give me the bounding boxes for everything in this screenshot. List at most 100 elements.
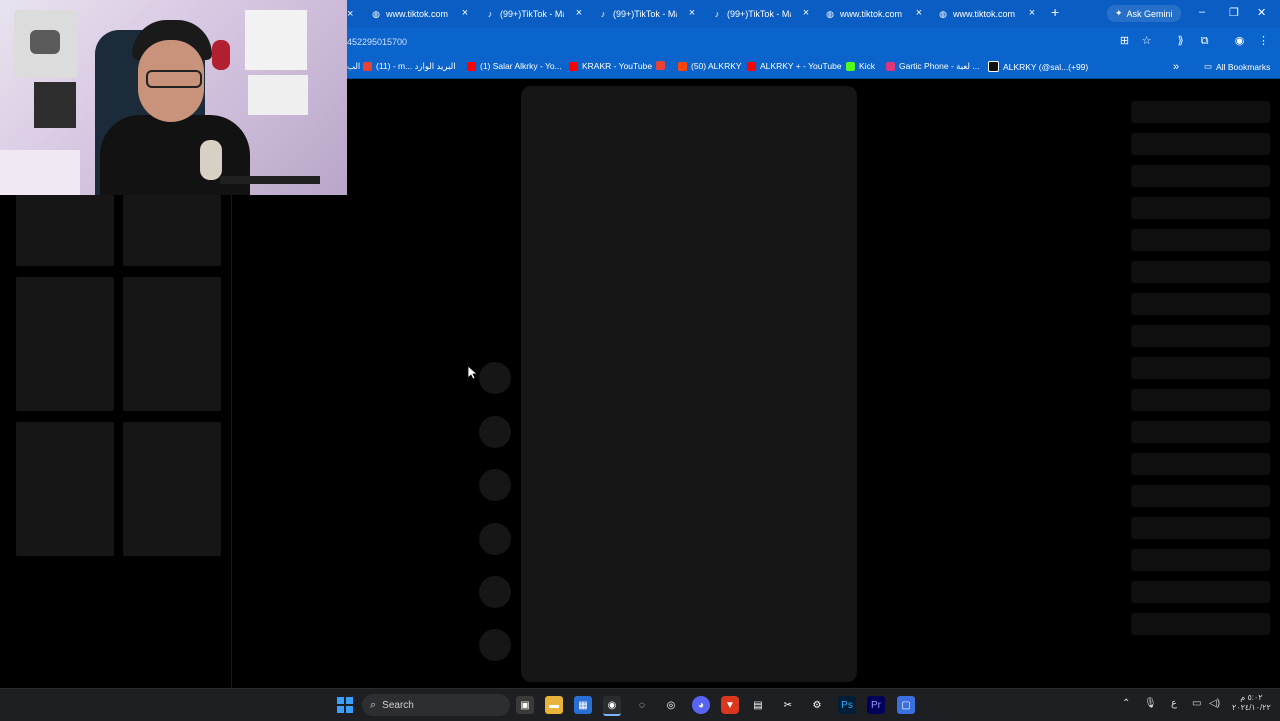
tab-partial[interactable]: × — [347, 4, 357, 24]
bookmark-item[interactable]: (1) Salar Alkrky - Yo... — [467, 61, 562, 71]
photoshop-icon[interactable]: Ps — [838, 696, 856, 714]
tab-1[interactable]: ◍ www.tiktok.com × — [371, 4, 471, 24]
tab-close-button[interactable]: × — [459, 7, 471, 19]
youtube-icon — [467, 61, 476, 71]
skeleton-line — [1131, 293, 1270, 315]
kick-icon — [846, 61, 855, 71]
streamer-glasses — [146, 70, 202, 88]
search-icon: ⌕ — [370, 698, 377, 711]
gmail-icon — [656, 61, 665, 70]
bookmark-item[interactable]: Kick — [846, 61, 875, 71]
tab-close-button[interactable]: × — [573, 7, 585, 19]
taskbar-search[interactable]: ⌕ Search — [362, 694, 510, 716]
skeleton-line — [1131, 229, 1270, 251]
tab-title: (99+)TikTok - Mak — [500, 9, 564, 19]
bookmark-item[interactable]: (11) - m... البريد الوارد — [363, 61, 456, 72]
translate-icon[interactable]: ⊞ — [1118, 35, 1131, 48]
tab-6[interactable]: ◍ www.tiktok.com × — [938, 4, 1038, 24]
tiktok-icon — [988, 61, 999, 72]
minimize-button[interactable]: – — [1199, 6, 1205, 18]
premiere-icon[interactable]: Pr — [867, 696, 885, 714]
tab-3[interactable]: ♪ (99+)TikTok - Mak × — [598, 4, 698, 24]
tab-close-button[interactable]: × — [913, 7, 925, 19]
action-button-placeholder[interactable] — [479, 629, 511, 661]
ask-gemini-button[interactable]: ✦ Ask Gemini — [1107, 5, 1181, 22]
capcut-icon[interactable]: ✂ — [779, 696, 797, 714]
tray-overflow-icon[interactable]: ⌃ — [1122, 698, 1130, 709]
bookmark-item[interactable]: Gartic Phone - لعبة ... — [886, 61, 979, 72]
headset — [212, 40, 230, 70]
extension-icon[interactable]: ⟫ — [1174, 35, 1187, 48]
tab-close-button[interactable]: × — [1026, 7, 1038, 19]
input-language[interactable]: ع — [1171, 698, 1177, 709]
bookmark-item[interactable]: ALKRKY + - YouTube — [747, 61, 842, 71]
action-button-placeholder[interactable] — [479, 469, 511, 501]
url-text[interactable]: 452295015700 — [347, 37, 407, 47]
file-explorer-icon[interactable]: ▬ — [545, 696, 563, 714]
skeleton-card — [16, 195, 114, 266]
skeleton-line — [1131, 261, 1270, 283]
app-icon[interactable]: ▢ — [897, 696, 915, 714]
video-placeholder — [521, 86, 857, 682]
obs-icon[interactable]: ◎ — [662, 696, 680, 714]
steam-icon[interactable]: ⚙ — [808, 696, 826, 714]
task-view-icon[interactable]: ▣ — [516, 696, 534, 714]
extensions-puzzle-icon[interactable]: ⧉ — [1198, 35, 1211, 48]
action-button-placeholder[interactable] — [479, 576, 511, 608]
microsoft-store-icon[interactable]: ▦ — [574, 696, 592, 714]
gartic-icon — [886, 62, 895, 71]
action-button-placeholder[interactable] — [479, 416, 511, 448]
folder-icon: ▭ — [1204, 61, 1213, 71]
all-bookmarks-button[interactable]: ▭ All Bookmarks — [1204, 61, 1270, 72]
globe-icon: ◍ — [826, 8, 834, 19]
action-button-placeholder[interactable] — [479, 523, 511, 555]
windows-start-icon[interactable] — [337, 697, 353, 713]
clock[interactable]: ٥:٠٢ م ٢٠٢٤/١٠/٢٢ — [1232, 693, 1271, 713]
bookmarks-bar: الب (11) - m... البريد الوارد (1) Salar … — [347, 56, 1280, 79]
brave-icon[interactable]: ▼ — [721, 696, 739, 714]
skeleton-line — [1131, 357, 1270, 379]
app-icon[interactable]: ▤ — [749, 696, 767, 714]
new-tab-button[interactable]: + — [1051, 4, 1059, 20]
microphone-icon[interactable]: 🎙 — [1144, 698, 1157, 709]
menu-kebab-icon[interactable]: ⋮ — [1257, 35, 1270, 48]
microphone — [200, 140, 222, 180]
chrome-icon[interactable]: ◉ — [603, 696, 621, 716]
bookmark-item[interactable]: الب — [347, 61, 360, 72]
tab-close-button[interactable]: × — [800, 7, 812, 19]
skeleton-line — [1131, 325, 1270, 347]
bookmarks-overflow-button[interactable]: » — [1173, 61, 1179, 73]
youtube-icon — [747, 61, 756, 71]
tab-close-button[interactable]: × — [347, 8, 353, 20]
discord-icon[interactable]: ◕ — [692, 696, 710, 714]
tab-title: www.tiktok.com — [386, 9, 449, 19]
app-icon[interactable]: ◌ — [633, 696, 651, 714]
bookmark-star-icon[interactable]: ☆ — [1140, 35, 1153, 48]
mic-arm — [220, 176, 320, 184]
skeleton-card — [16, 277, 114, 411]
network-icon[interactable]: ▭ — [1192, 698, 1201, 709]
tab-2[interactable]: ♪ (99+)TikTok - Mak × — [485, 4, 585, 24]
left-sidebar-skeleton — [0, 195, 232, 688]
gmail-icon — [363, 62, 372, 71]
bookmark-item[interactable]: (50) ALKRKY — [678, 61, 742, 71]
windows-taskbar: ⌕ Search ▣ ▬ ▦ ◉ ◌ ◎ ◕ ▼ ▤ ✂ ⚙ Ps Pr ▢ ⌃… — [0, 688, 1280, 721]
action-button-placeholder[interactable] — [479, 362, 511, 394]
mouse-cursor-icon — [468, 366, 478, 380]
tab-title: www.tiktok.com — [840, 9, 903, 19]
profile-avatar-icon[interactable]: ◉ — [1233, 35, 1246, 48]
bookmark-item[interactable] — [656, 61, 669, 70]
skeleton-card — [123, 195, 221, 266]
address-bar: 452295015700 ⊞ ☆ ⟫ ⧉ ◉ ⋮ — [347, 28, 1280, 56]
tab-close-button[interactable]: × — [686, 7, 698, 19]
tiktok-icon: ♪ — [487, 9, 493, 19]
skeleton-line — [1131, 101, 1270, 123]
bookmark-item[interactable]: KRAKR - YouTube — [569, 61, 652, 71]
tab-5[interactable]: ◍ www.tiktok.com × — [825, 4, 925, 24]
volume-icon[interactable]: ◁) — [1209, 698, 1220, 709]
restore-button[interactable]: ❐ — [1229, 6, 1239, 19]
close-window-button[interactable]: ✕ — [1257, 6, 1266, 19]
tab-4[interactable]: ♪ (99+)TikTok - Mak × — [712, 4, 812, 24]
skeleton-line — [1131, 389, 1270, 411]
bookmark-item[interactable]: ALKRKY (@sal...(+99) — [988, 61, 1088, 72]
